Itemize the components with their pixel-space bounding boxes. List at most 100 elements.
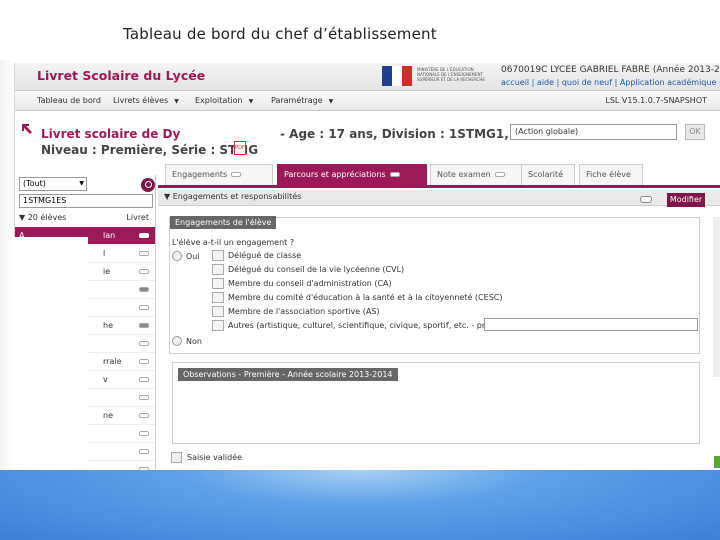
toggle-icon[interactable] bbox=[139, 341, 149, 346]
ministry-logo-text: MINISTÈRE DE L'ÉDUCATION NATIONALE DE L'… bbox=[417, 67, 485, 82]
search-icon[interactable] bbox=[141, 178, 155, 192]
toggle-icon[interactable] bbox=[139, 287, 149, 292]
toggle-icon[interactable] bbox=[139, 269, 149, 274]
tab-label: Fiche élève bbox=[586, 170, 631, 179]
tab-engagements[interactable]: Engagements bbox=[165, 164, 273, 185]
chevron-down-icon: ▼ bbox=[248, 98, 254, 105]
option-label: Membre du comité d'éducation à la santé … bbox=[228, 293, 503, 302]
tab-label: Scolarité bbox=[528, 170, 564, 179]
toggle-icon[interactable] bbox=[139, 377, 149, 382]
option-label: Délégué de classe bbox=[228, 251, 302, 260]
student-name-suffix: he bbox=[103, 321, 113, 330]
radio-oui-label: Oui bbox=[186, 252, 200, 261]
nav-label: Paramétrage bbox=[271, 96, 323, 105]
toggle-icon[interactable] bbox=[139, 251, 149, 256]
saisie-validee-label: Saisie validée bbox=[187, 453, 243, 462]
tab-parcours[interactable]: Parcours et appréciations bbox=[277, 164, 427, 185]
app-title: Livret Scolaire du Lycée bbox=[37, 68, 206, 83]
pdf-icon[interactable]: PDF bbox=[234, 141, 246, 155]
left-decoration bbox=[0, 60, 14, 470]
filter-select[interactable]: (Tout) ▼ bbox=[19, 177, 87, 191]
action-select[interactable]: (Action globale) bbox=[510, 124, 677, 140]
toggle-icon[interactable] bbox=[139, 305, 149, 310]
student-count: 20 élèves bbox=[27, 213, 67, 222]
saisie-validee-checkbox[interactable] bbox=[171, 452, 182, 463]
toggle-icon[interactable] bbox=[139, 233, 149, 238]
section-header[interactable]: ▼ Engagements et responsabilités bbox=[158, 190, 720, 206]
engagement-question: L'élève a-t-il un engagement ? bbox=[172, 238, 295, 247]
option-label: Membre de l'association sportive (AS) bbox=[228, 307, 380, 316]
radio-non[interactable] bbox=[172, 336, 182, 346]
tab-note-examen[interactable]: Note examen bbox=[430, 164, 524, 185]
tab-label: Note examen bbox=[437, 170, 491, 179]
student-name-suffix: v bbox=[103, 375, 108, 384]
scrollbar[interactable] bbox=[713, 217, 720, 377]
bottom-decoration bbox=[0, 470, 720, 540]
toggle-icon[interactable] bbox=[139, 323, 149, 328]
autres-input[interactable] bbox=[484, 318, 698, 331]
observations-box[interactable]: Observations - Première - Année scolaire… bbox=[172, 362, 700, 444]
nav-exploitation[interactable]: Exploitation ▼ bbox=[195, 96, 253, 105]
nav-label: Tableau de bord bbox=[37, 96, 101, 105]
radio-non-label: Non bbox=[186, 337, 202, 346]
main-nav: Tableau de bord Livrets élèves ▼ Exploita… bbox=[15, 91, 720, 111]
nav-parametrage[interactable]: Paramétrage ▼ bbox=[271, 96, 333, 105]
app-screenshot: Livret Scolaire du Lycée MINISTÈRE DE L'… bbox=[14, 63, 720, 470]
ok-button[interactable]: OK bbox=[685, 124, 705, 140]
student-name-suffix: rrale bbox=[103, 357, 122, 366]
chevron-down-icon: ▼ bbox=[174, 98, 179, 105]
toggle-icon[interactable] bbox=[640, 196, 652, 203]
collapse-icon[interactable]: ▼ bbox=[19, 213, 28, 222]
tab-fiche-eleve[interactable]: Fiche élève bbox=[579, 164, 643, 185]
checkbox-delegue-classe[interactable] bbox=[212, 250, 224, 261]
toggle-icon bbox=[389, 172, 400, 177]
toggle-icon[interactable] bbox=[139, 449, 149, 454]
student-name-suffix: ie bbox=[103, 267, 111, 276]
option-label: Délégué du conseil de la vie lycéenne (C… bbox=[228, 265, 405, 274]
nav-tableau-de-bord[interactable]: Tableau de bord bbox=[37, 96, 101, 105]
nav-label: Livrets élèves bbox=[113, 96, 169, 105]
class-select-value: 1STMG1ES bbox=[23, 196, 67, 205]
privacy-mask bbox=[13, 237, 88, 470]
option-label: Autres (artistique, culturel, scientifiq… bbox=[228, 321, 512, 330]
checkbox-cvl[interactable] bbox=[212, 264, 224, 275]
tab-label: Parcours et appréciations bbox=[284, 170, 386, 179]
student-info: - Age : 17 ans, Division : 1STMG1, bbox=[280, 127, 509, 141]
chevron-down-icon: ▼ bbox=[79, 180, 84, 187]
option-label: Membre du conseil d'administration (CA) bbox=[228, 279, 392, 288]
checkbox-autres[interactable] bbox=[212, 320, 224, 331]
student-level: Niveau : Première, Série : STMG bbox=[41, 143, 259, 157]
student-name-suffix: lan bbox=[103, 231, 116, 240]
header-links[interactable]: accueil | aide | quoi de neuf | Applicat… bbox=[501, 78, 720, 87]
engagements-box-title: Engagements de l'élève bbox=[170, 216, 277, 229]
toggle-icon[interactable] bbox=[139, 413, 149, 418]
filter-select-value: (Tout) bbox=[23, 179, 46, 188]
modifier-button[interactable]: Modifier bbox=[667, 193, 705, 207]
livret-column-label: Livret bbox=[126, 213, 149, 222]
toggle-icon[interactable] bbox=[139, 431, 149, 436]
tab-scolarite[interactable]: Scolarité bbox=[521, 164, 575, 185]
checkbox-as[interactable] bbox=[212, 306, 224, 317]
flag-icon bbox=[382, 66, 412, 86]
toggle-icon bbox=[231, 172, 242, 177]
nav-livrets-eleves[interactable]: Livrets élèves ▼ bbox=[113, 96, 179, 105]
action-select-value: (Action globale) bbox=[515, 127, 579, 136]
toggle-icon[interactable] bbox=[139, 395, 149, 400]
radio-oui[interactable] bbox=[172, 251, 182, 261]
version-label: LSL V15.1.0.7-SNAPSHOT bbox=[605, 96, 707, 105]
student-count-row: ▼ 20 élèves Livret bbox=[19, 213, 153, 225]
nav-label: Exploitation bbox=[195, 96, 243, 105]
tab-label: Engagements bbox=[172, 170, 228, 179]
observations-title: Observations - Première - Année scolaire… bbox=[178, 368, 398, 381]
student-title: Livret scolaire de Dy bbox=[41, 127, 181, 141]
class-select[interactable]: 1STMG1ES bbox=[19, 194, 153, 208]
checkbox-cesc[interactable] bbox=[212, 292, 224, 303]
checkbox-ca[interactable] bbox=[212, 278, 224, 289]
toggle-icon bbox=[494, 172, 505, 177]
tab-bar: Engagements Parcours et appréciations No… bbox=[158, 164, 720, 188]
green-accent bbox=[714, 456, 720, 468]
toggle-icon[interactable] bbox=[139, 359, 149, 364]
student-name-suffix: l bbox=[103, 249, 106, 258]
slide-title: Tableau de bord du chef d’établissement bbox=[123, 25, 437, 43]
engagements-box: Engagements de l'élève L'élève a-t-il un… bbox=[169, 216, 700, 354]
